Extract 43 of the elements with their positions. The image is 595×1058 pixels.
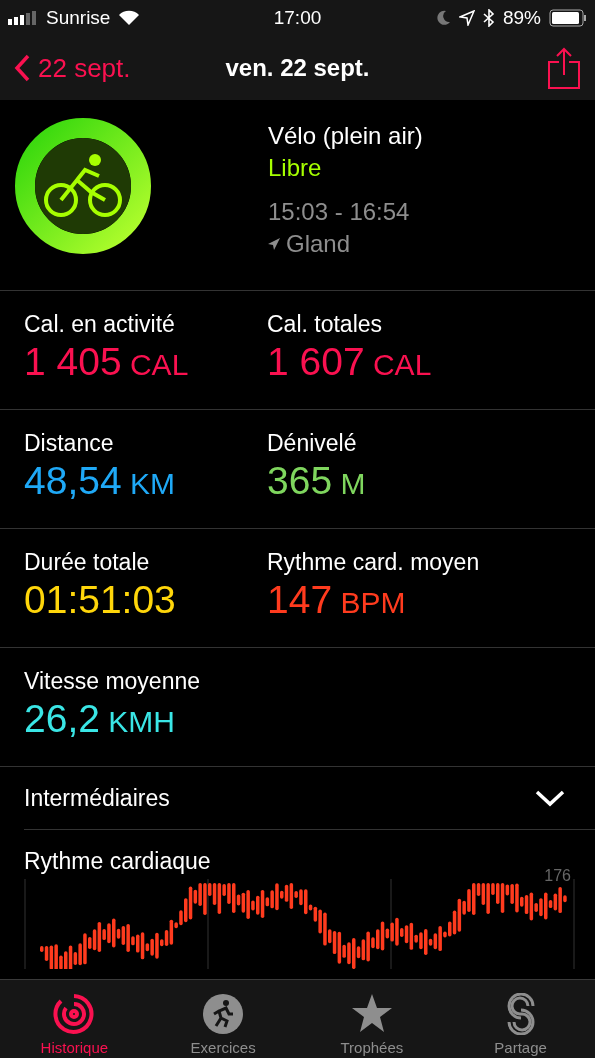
metric-value: 48,54 KM [24, 459, 176, 503]
share-button[interactable] [547, 47, 581, 89]
back-button[interactable]: 22 sept. [14, 52, 131, 84]
moon-icon [436, 10, 451, 26]
battery-percent: 89% [502, 7, 541, 29]
splits-row[interactable]: Intermédiaires [24, 767, 595, 830]
chart-max-label: 176 [544, 867, 571, 885]
metric-label: Distance [24, 430, 115, 457]
clock-time: 17:00 [273, 7, 322, 29]
chevron-down-icon [535, 789, 565, 807]
metric-value: 147 BPM [267, 578, 407, 622]
metric-label: Durée totale [24, 549, 151, 576]
workout-name: Vélo (plein air) [268, 122, 423, 150]
nav-title: ven. 22 sept. [225, 54, 370, 82]
star-icon [350, 993, 393, 1035]
location-arrow-icon [268, 238, 280, 250]
wifi-icon [118, 10, 141, 26]
metric-value: 365 M [267, 459, 367, 503]
metric-value: 1 405 CAL [24, 340, 190, 384]
tab[interactable]: Trophées [297, 980, 447, 1058]
metric-value: 26,2 KMH [24, 697, 176, 741]
signal-icon [8, 11, 38, 25]
battery-icon [549, 9, 587, 27]
metric-label: Vitesse moyenne [24, 668, 201, 695]
metric-label: Rythme card. moyen [267, 549, 481, 576]
rings-icon [53, 993, 96, 1035]
carrier-name: Sunrise [46, 7, 111, 29]
tab[interactable]: Historique [0, 980, 149, 1058]
metric-value: 01:51:03 [24, 578, 177, 622]
location-arrow-icon [458, 10, 475, 26]
location-name: Gland [286, 230, 351, 258]
chevron-left-icon [14, 54, 30, 82]
metric-label: Dénivelé [267, 430, 358, 457]
bluetooth-icon [482, 9, 495, 27]
time-range: 15:03 - 16:54 [268, 198, 411, 226]
cycling-ring-icon [15, 118, 151, 254]
tab[interactable]: Partage [446, 980, 595, 1058]
workout-type: Libre [268, 154, 323, 182]
metric-label: Cal. totales [267, 311, 384, 338]
metric-value: 1 607 CAL [267, 340, 433, 384]
tab[interactable]: Exercices [148, 980, 298, 1058]
metric-label: Cal. en activité [24, 311, 176, 338]
runner-icon [202, 993, 245, 1035]
